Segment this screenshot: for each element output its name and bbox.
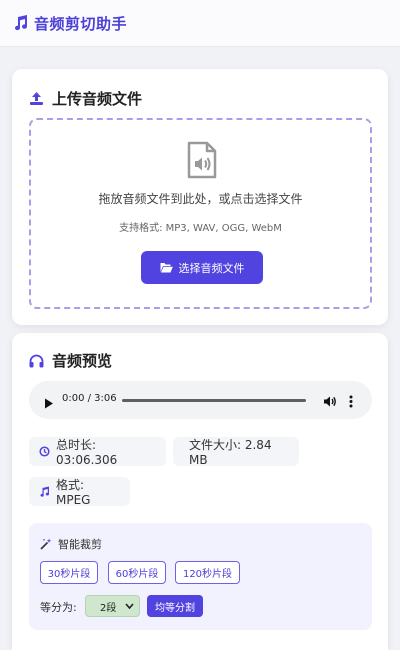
dropzone[interactable]: 拖放音频文件到此处，或点击选择文件 支持格式: MP3, WAV, OGG, W… bbox=[29, 118, 372, 309]
play-icon[interactable] bbox=[44, 394, 54, 413]
size-info: 文件大小: 2.84 MB bbox=[173, 437, 299, 467]
audio-file-icon bbox=[186, 141, 218, 183]
dropzone-text: 拖放音频文件到此处，或点击选择文件 bbox=[98, 192, 303, 206]
volume-icon[interactable] bbox=[323, 393, 337, 412]
duration-info: 总时长: 03:06.306 bbox=[29, 437, 166, 467]
magic-wand-icon bbox=[40, 538, 52, 550]
headphones-icon bbox=[29, 354, 44, 368]
preview-card: 音频预览 0:00 / 3:06 总时长: 03:06.306 文件大小: 2.… bbox=[12, 333, 388, 650]
size-text: 文件大小: 2.84 MB bbox=[189, 438, 272, 467]
preview-title-text: 音频预览 bbox=[52, 352, 113, 370]
folder-open-icon bbox=[160, 262, 173, 273]
upload-card: 上传音频文件 拖放音频文件到此处，或点击选择文件 支持格式: MP3, WAV,… bbox=[12, 69, 388, 325]
more-options-icon[interactable] bbox=[349, 393, 353, 412]
divide-label: 等分为: bbox=[40, 601, 77, 614]
seek-bar[interactable] bbox=[122, 399, 306, 402]
segment-120s-button[interactable]: 120秒片段 bbox=[175, 561, 240, 584]
clock-icon bbox=[39, 446, 50, 457]
format-text: 格式: MPEG bbox=[56, 478, 91, 507]
smart-cut-title-text: 智能裁剪 bbox=[58, 538, 102, 551]
chevron-down-icon bbox=[125, 602, 134, 613]
upload-icon bbox=[29, 91, 44, 106]
segment-60s-button[interactable]: 60秒片段 bbox=[108, 561, 166, 584]
supported-formats: 支持格式: MP3, WAV, OGG, WebM bbox=[119, 223, 282, 234]
smart-cut-title: 智能裁剪 bbox=[40, 536, 102, 552]
music-note-icon bbox=[12, 14, 30, 32]
app-title: 音频剪切助手 bbox=[34, 14, 128, 33]
format-info: 格式: MPEG bbox=[29, 477, 130, 507]
segment-count-select[interactable]: 2段 bbox=[85, 595, 140, 617]
choose-file-label: 选择音频文件 bbox=[178, 261, 245, 275]
segment-count-value: 2段 bbox=[100, 602, 117, 614]
choose-file-button[interactable]: 选择音频文件 bbox=[141, 251, 263, 284]
segment-30s-button[interactable]: 30秒片段 bbox=[40, 561, 98, 584]
audio-player[interactable]: 0:00 / 3:06 bbox=[29, 381, 372, 419]
upload-title-text: 上传音频文件 bbox=[52, 90, 143, 108]
divide-evenly-button[interactable]: 均等分割 bbox=[147, 595, 203, 617]
app-header: 音频剪切助手 bbox=[0, 0, 400, 47]
upload-section-title: 上传音频文件 bbox=[29, 88, 142, 109]
player-time: 0:00 / 3:06 bbox=[62, 393, 117, 404]
preview-section-title: 音频预览 bbox=[29, 350, 112, 371]
duration-text: 总时长: 03:06.306 bbox=[56, 438, 118, 467]
smart-cut-panel: 智能裁剪 30秒片段 60秒片段 120秒片段 等分为: 2段 均等分割 bbox=[29, 523, 372, 630]
music-note-small-icon bbox=[39, 486, 50, 497]
